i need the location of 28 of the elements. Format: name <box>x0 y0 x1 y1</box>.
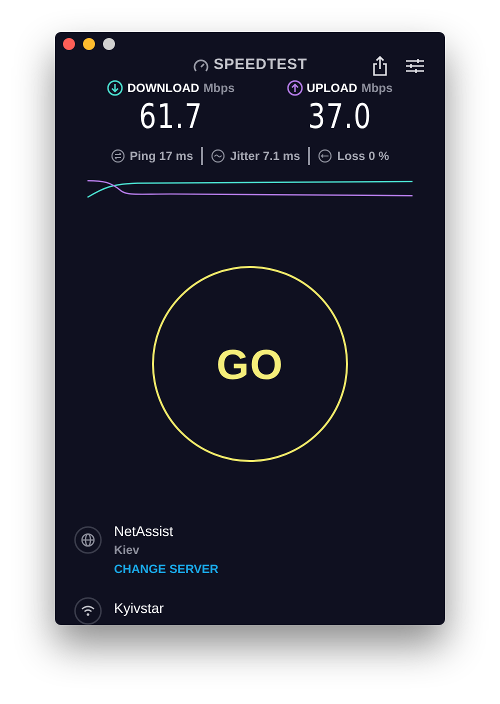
go-button[interactable]: GO <box>152 266 348 462</box>
change-server-link[interactable]: CHANGE SERVER <box>114 559 218 579</box>
upload-label: UPLOAD <box>306 80 358 98</box>
upload-speed: 37.0 <box>308 97 372 138</box>
logo-text: SPEEDTEST <box>214 55 308 76</box>
upload-icon <box>286 80 303 96</box>
stat-text: Ping 17 ms <box>130 148 194 166</box>
wifi-icon <box>74 597 102 625</box>
server-city: Kiev <box>114 542 140 559</box>
provider-name: Kyivstar <box>114 598 164 618</box>
ping-icon <box>110 149 125 164</box>
download-label: DOWNLOAD <box>127 80 200 98</box>
loss-icon <box>318 149 332 164</box>
close-button[interactable] <box>63 38 75 50</box>
download-speed: 61.7 <box>139 97 203 138</box>
unit-label: Mbps <box>203 80 235 98</box>
zoom-button[interactable] <box>103 38 115 50</box>
minimize-button[interactable] <box>83 38 95 50</box>
jitter-icon <box>211 149 226 164</box>
gauge-icon <box>192 58 209 73</box>
settings-icon[interactable] <box>406 59 424 73</box>
download-icon <box>107 80 124 96</box>
stat-text: Loss 0 % <box>337 148 390 166</box>
unit-label: Mbps <box>361 80 393 98</box>
share-icon[interactable] <box>373 56 387 76</box>
stat-text: Jitter 7.1 ms <box>230 148 300 166</box>
server-name: NetAssist <box>114 522 174 541</box>
globe-icon <box>74 526 102 554</box>
